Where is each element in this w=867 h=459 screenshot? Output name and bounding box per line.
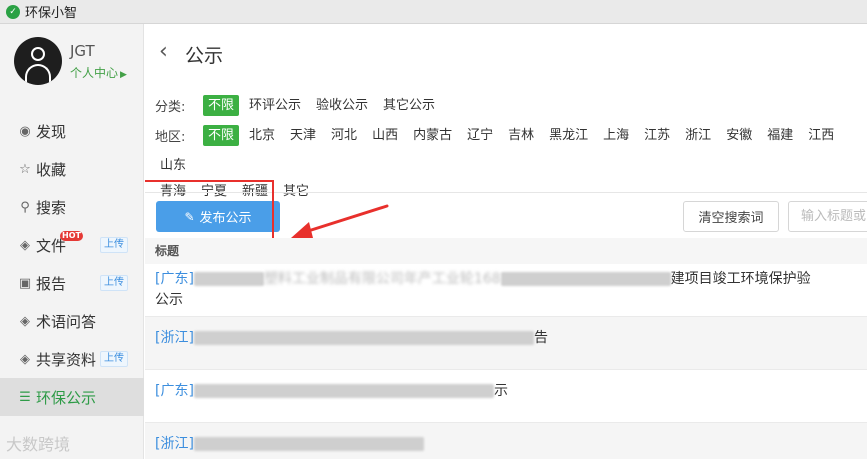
- avatar[interactable]: [14, 37, 62, 85]
- redacted-text: [193, 272, 264, 286]
- region-label: 地区:: [155, 130, 186, 145]
- page-title: 公示: [185, 45, 224, 67]
- region-option[interactable]: 天津: [285, 125, 321, 146]
- watermark: 大数跨境: [6, 435, 71, 454]
- region-option[interactable]: 浙江: [680, 125, 716, 146]
- sidebar-nav: ◉ 发现 ☆ 收藏 ⚲ 搜索 ◈ 文件 HOT 上传 ▣ 报告 上传 ◈ 术语问…: [0, 112, 144, 416]
- upload-tag[interactable]: 上传: [100, 275, 128, 291]
- category-option[interactable]: 环评公示: [244, 95, 306, 116]
- sidebar-item-favorites[interactable]: ☆ 收藏: [0, 150, 144, 188]
- item-title-wrap: 公示: [155, 292, 183, 308]
- item-title-tail: 建项目竣工环境保护验: [670, 271, 811, 287]
- sidebar-item-search[interactable]: ⚲ 搜索: [0, 188, 144, 226]
- clear-search-button[interactable]: 清空搜索词: [683, 201, 779, 232]
- layers-icon: ◈: [20, 351, 30, 367]
- title-bar: ✓ 环保小智: [0, 0, 867, 24]
- redacted-text: [193, 384, 494, 398]
- sidebar-item-shared[interactable]: ◈ 共享资料 上传: [0, 340, 144, 378]
- sidebar-item-notices[interactable]: ☰ 环保公示: [0, 378, 144, 416]
- region-tag: [浙江]: [155, 330, 194, 346]
- region-option[interactable]: 吉林: [503, 125, 539, 146]
- category-filter: 分类: 不限 环评公示 验收公示 其它公示: [155, 95, 867, 116]
- sidebar-item-label: 收藏: [36, 160, 67, 179]
- sidebar-item-label: 共享资料: [36, 350, 97, 369]
- item-title-blurred: 塑料工业制品有限公司年产工业轮168: [263, 271, 501, 287]
- search-input[interactable]: [788, 201, 867, 232]
- notice-list: 标题 [广东] 塑料工业制品有限公司年产工业轮168 建项目竣工环境保护验 公示 […: [145, 238, 867, 459]
- sidebar-item-glossary[interactable]: ◈ 术语问答: [0, 302, 144, 340]
- back-chevron-icon[interactable]: ‹: [159, 39, 168, 64]
- region-option[interactable]: 上海: [598, 125, 634, 146]
- eye-icon: ◉: [19, 123, 31, 139]
- search-icon: ⚲: [20, 199, 30, 215]
- sidebar-item-discover[interactable]: ◉ 发现: [0, 112, 144, 150]
- region-option[interactable]: 河北: [326, 125, 362, 146]
- list-item[interactable]: [广东] 塑料工业制品有限公司年产工业轮168 建项目竣工环境保护验 公示: [145, 264, 867, 317]
- main-content: ‹ 公示 分类: 不限 环评公示 验收公示 其它公示 地区: 不限 北京 天津 …: [145, 24, 867, 459]
- item-title-tail: 告: [533, 330, 548, 346]
- category-option[interactable]: 不限: [203, 95, 240, 116]
- sidebar-item-files[interactable]: ◈ 文件 HOT 上传: [0, 226, 144, 264]
- list-item[interactable]: [广东] 示: [145, 370, 867, 423]
- personal-center-link[interactable]: 个人中心 ▶: [70, 64, 127, 81]
- redacted-text: [193, 437, 424, 451]
- user-name: JGT: [70, 41, 95, 60]
- region-tag: [广东]: [155, 383, 194, 399]
- region-option[interactable]: 江西: [803, 125, 839, 146]
- app-logo-icon: ✓: [6, 4, 20, 19]
- region-option[interactable]: 不限: [203, 125, 240, 146]
- sidebar-item-reports[interactable]: ▣ 报告 上传: [0, 264, 144, 302]
- sidebar-item-label: 报告: [36, 274, 67, 293]
- report-icon: ▣: [18, 275, 32, 291]
- upload-tag[interactable]: 上传: [100, 237, 128, 253]
- redacted-text: [500, 272, 671, 286]
- sidebar-item-label: 发现: [36, 122, 67, 141]
- list-item[interactable]: [浙江]: [145, 423, 867, 459]
- region-option[interactable]: 福建: [762, 125, 798, 146]
- category-option[interactable]: 验收公示: [311, 95, 373, 116]
- region-option[interactable]: 黑龙江: [544, 125, 593, 146]
- sidebar-item-label: 术语问答: [36, 312, 97, 331]
- column-header-title: 标题: [145, 238, 867, 264]
- category-label: 分类:: [155, 100, 186, 115]
- region-option[interactable]: 山东: [155, 155, 191, 176]
- list-item[interactable]: [浙江] 告: [145, 317, 867, 370]
- star-icon: ☆: [19, 161, 31, 177]
- region-option[interactable]: 内蒙古: [408, 125, 457, 146]
- notice-icon: ☰: [19, 389, 31, 405]
- redacted-text: [193, 331, 534, 345]
- hot-badge: HOT: [60, 231, 83, 241]
- region-option[interactable]: 山西: [367, 125, 403, 146]
- user-panel[interactable]: JGT 个人中心 ▶: [14, 37, 127, 85]
- app-title: 环保小智: [25, 6, 78, 21]
- item-title-tail: 示: [493, 383, 508, 399]
- layers-icon: ◈: [20, 237, 30, 253]
- sidebar: JGT 个人中心 ▶ ◉ 发现 ☆ 收藏 ⚲ 搜索 ◈ 文件 HOT 上传 ▣ 报…: [0, 24, 144, 459]
- caret-right-icon: ▶: [120, 69, 127, 80]
- region-option[interactable]: 北京: [244, 125, 280, 146]
- region-option[interactable]: 江苏: [639, 125, 675, 146]
- region-option[interactable]: 辽宁: [462, 125, 498, 146]
- upload-tag[interactable]: 上传: [100, 351, 128, 367]
- region-tag: [浙江]: [155, 436, 194, 452]
- region-option[interactable]: 安徽: [721, 125, 757, 146]
- category-option[interactable]: 其它公示: [378, 95, 440, 116]
- region-tag: [广东]: [155, 271, 194, 287]
- region-filter: 地区: 不限 北京 天津 河北 山西 内蒙古 辽宁 吉林 黑龙江 上海 江苏 浙…: [155, 125, 867, 185]
- layers-icon: ◈: [20, 313, 30, 329]
- sidebar-item-label: 环保公示: [36, 388, 97, 407]
- sidebar-item-label: 搜索: [36, 198, 67, 217]
